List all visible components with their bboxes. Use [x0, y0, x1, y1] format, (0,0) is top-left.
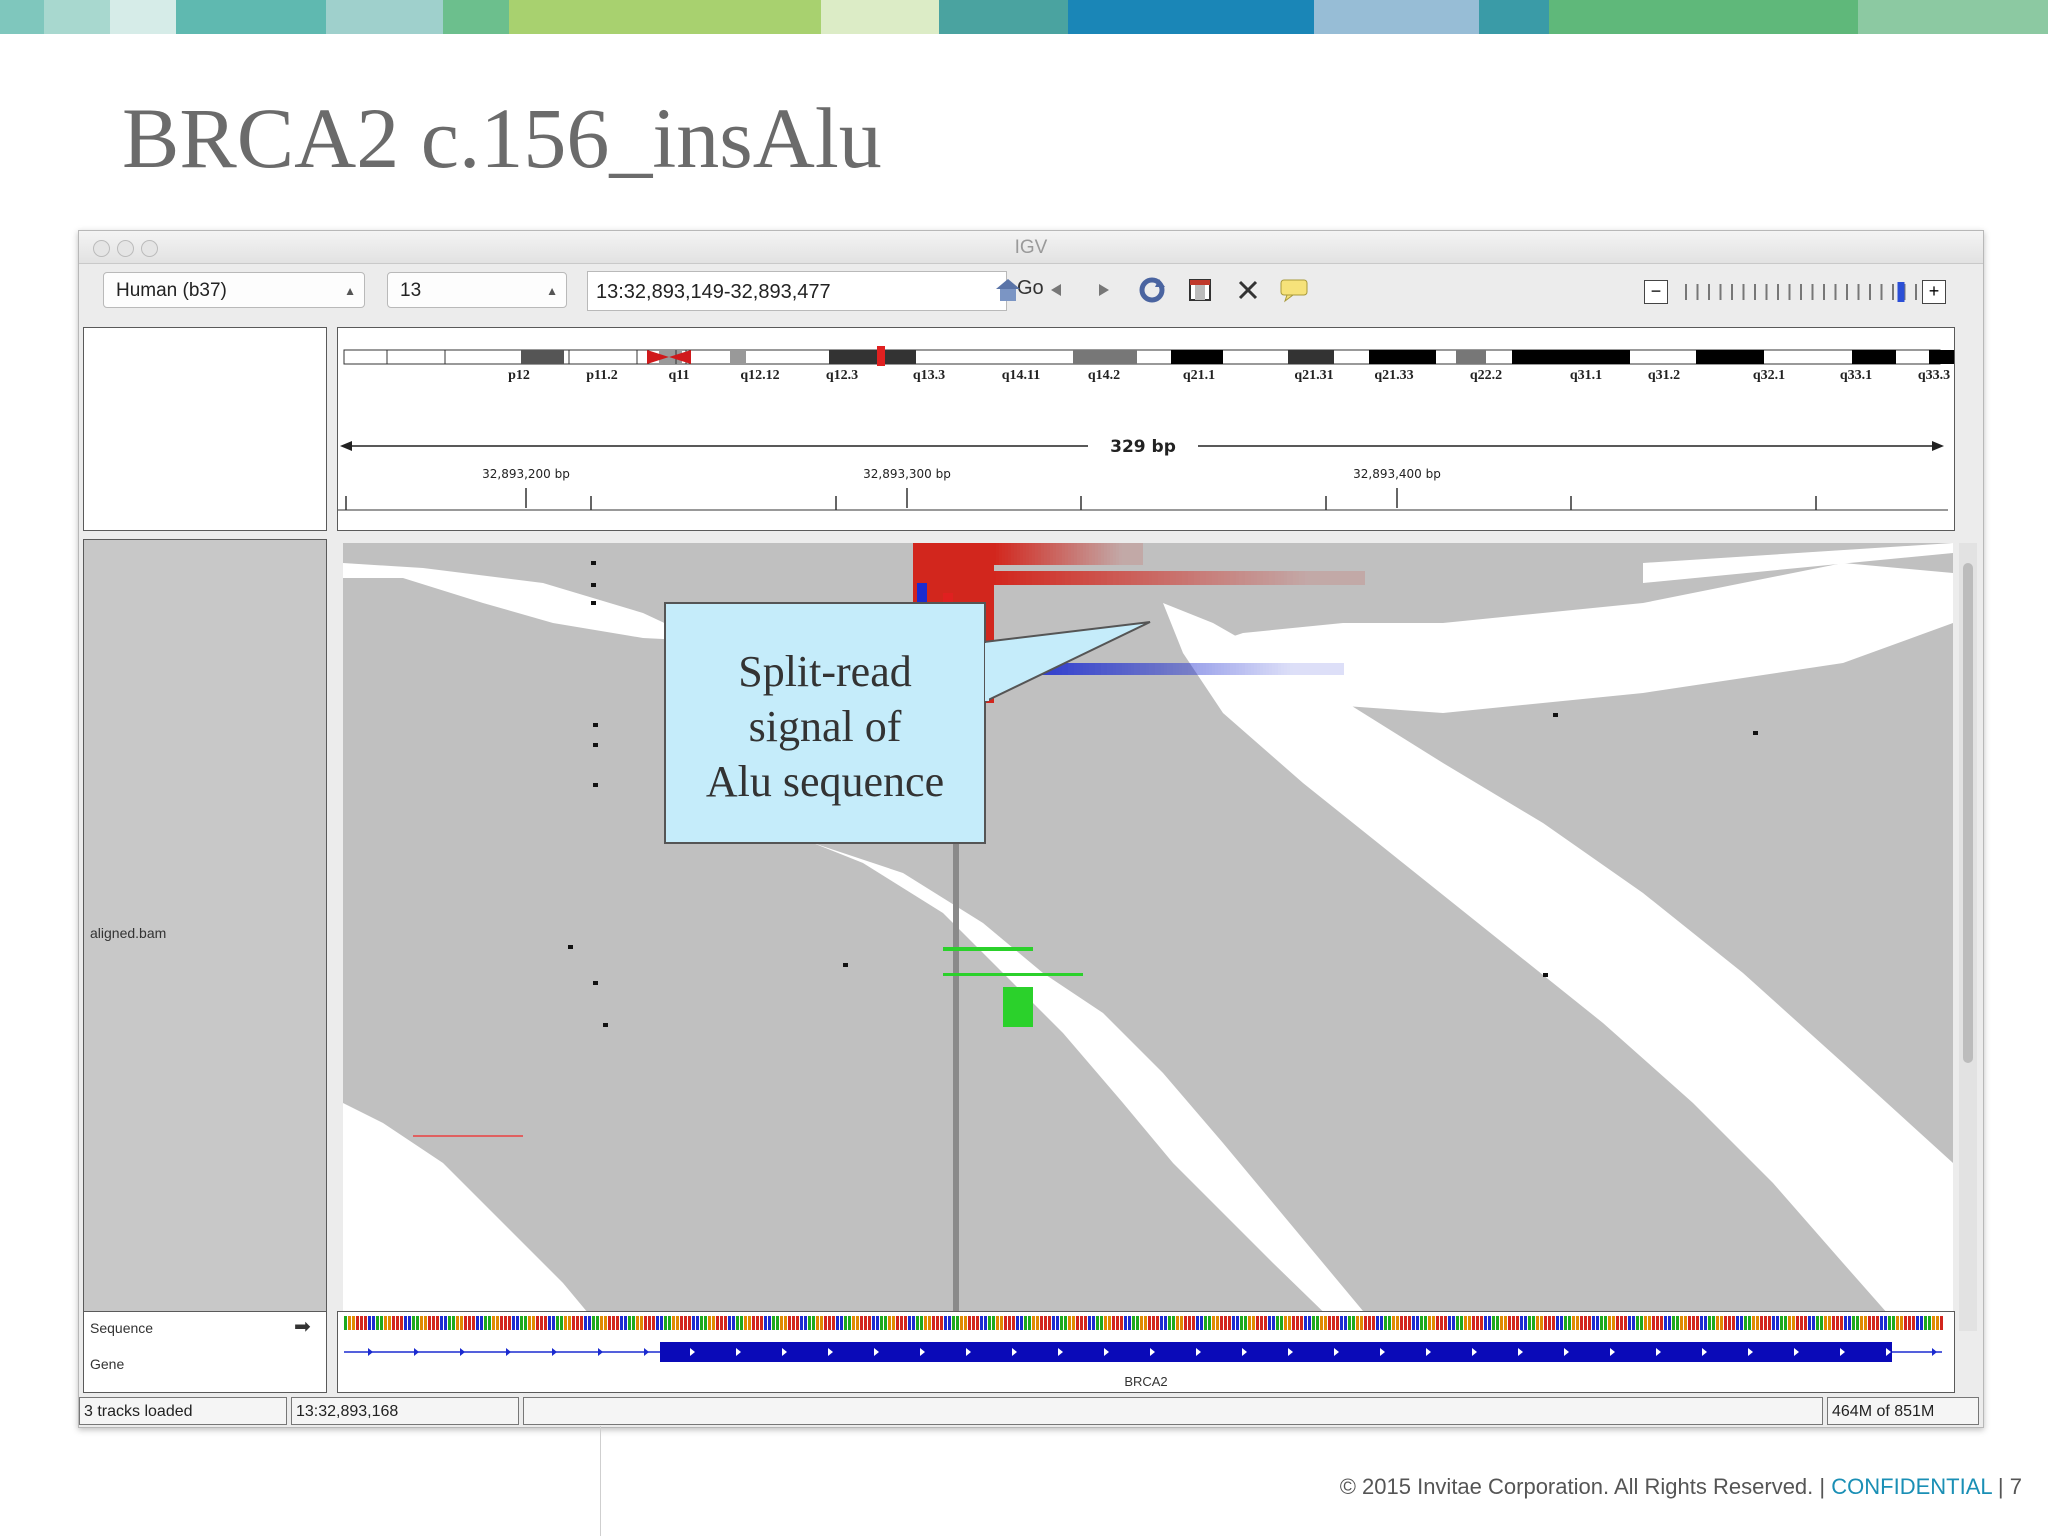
callout-line-3: Alu sequence	[705, 757, 945, 806]
footer-page-number: 7	[2009, 1474, 2022, 1499]
slide-footer: © 2015 Invitae Corporation. All Rights R…	[1340, 1474, 2022, 1500]
footer-copyright: © 2015 Invitae Corporation. All Rights R…	[1339, 1474, 1814, 1499]
callout-box: Split-read signal of Alu sequence	[664, 602, 986, 844]
callout-line-2: signal of	[748, 702, 902, 751]
footer-separator: |	[1819, 1474, 1826, 1499]
callout-pointer	[983, 621, 1151, 704]
footer-confidential: CONFIDENTIAL	[1831, 1474, 1992, 1499]
slide-divider-line	[600, 1426, 601, 1536]
callout-joint	[985, 643, 989, 701]
callout-line-1: Split-read	[738, 647, 912, 696]
footer-separator: |	[1997, 1474, 2004, 1499]
